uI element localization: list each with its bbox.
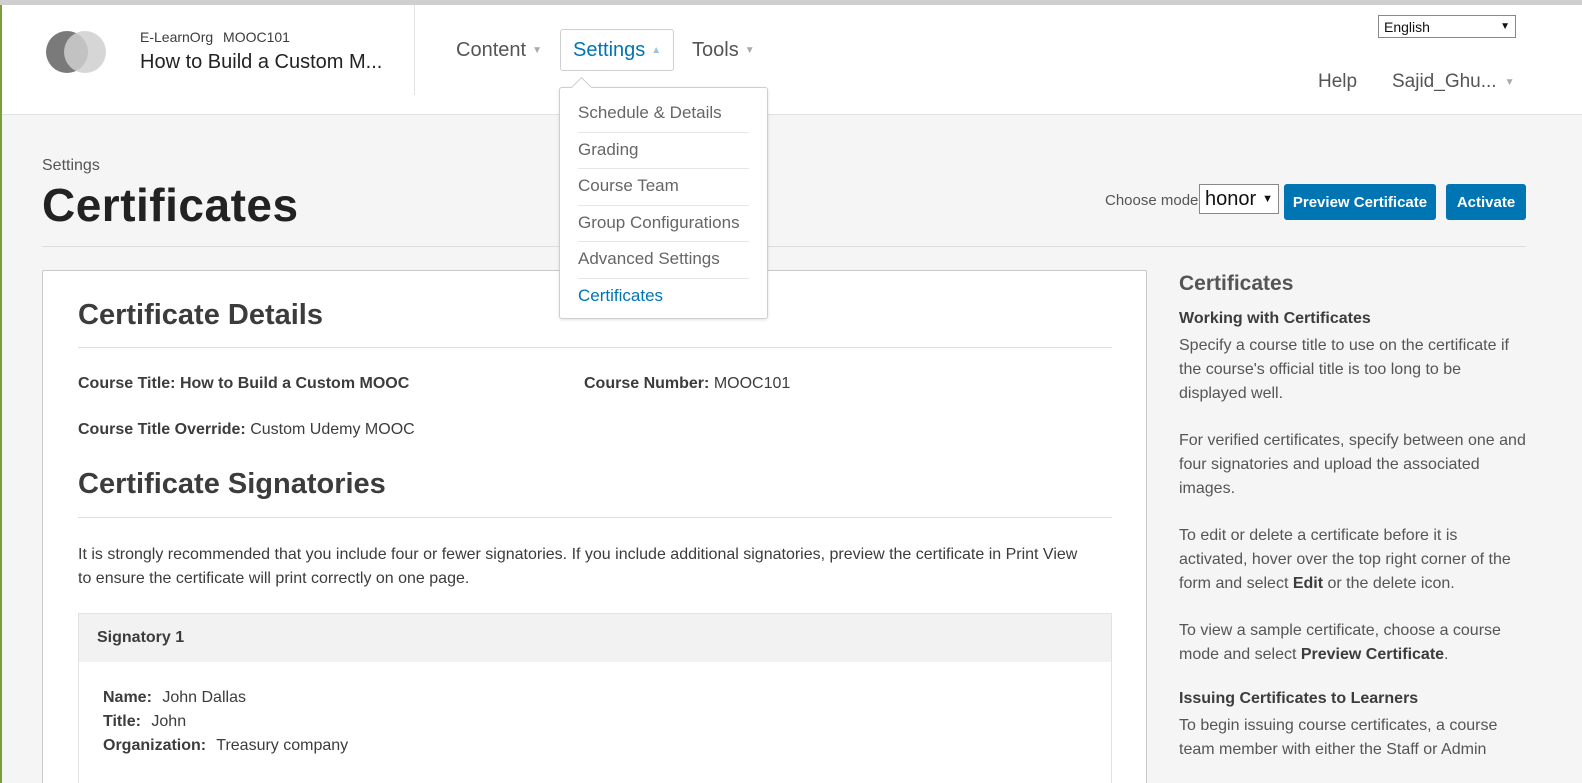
- menu-item-group-configurations[interactable]: Group Configurations: [578, 206, 749, 243]
- signatory-name-label: Name:: [103, 689, 152, 706]
- sidebar-text: or the delete icon.: [1323, 575, 1455, 592]
- divider: [78, 347, 1112, 348]
- menu-item-grading[interactable]: Grading: [578, 133, 749, 170]
- course-info[interactable]: E-LearnOrg MOOC101 How to Build a Custom…: [140, 29, 382, 74]
- sidebar-text-bold: Preview Certificate: [1300, 646, 1445, 663]
- sidebar-subheading-issuing: Issuing Certificates to Learners: [1179, 690, 1419, 707]
- mode-value: honor: [1205, 187, 1257, 210]
- signatory-body: Name: John Dallas Title: John Organizati…: [79, 662, 1111, 782]
- sidebar-subheading-working: Working with Certificates: [1179, 310, 1371, 327]
- nav-settings[interactable]: Settings ▲: [560, 29, 675, 71]
- certificate-details-heading: Certificate Details: [78, 299, 323, 331]
- course-title-field: Course Title: How to Build a Custom MOOC: [78, 375, 409, 393]
- language-select[interactable]: English ▼: [1378, 15, 1516, 38]
- language-value: English: [1384, 18, 1430, 35]
- caret-up-icon: ▲: [651, 44, 662, 56]
- menu-item-schedule-details[interactable]: Schedule & Details: [578, 96, 749, 133]
- signatory-name-value: John Dallas: [162, 689, 246, 706]
- course-title-label: Course Title:: [78, 375, 176, 392]
- signatory-name: Name: John Dallas: [103, 686, 1087, 710]
- override-value: Custom Udemy MOOC: [250, 421, 415, 438]
- menu-item-certificates[interactable]: Certificates: [578, 279, 749, 316]
- select-arrow-icon: ▼: [1262, 193, 1273, 205]
- caret-down-icon: ▼: [744, 44, 755, 56]
- course-number: MOOC101: [223, 29, 290, 45]
- username: Sajid_Ghu...: [1392, 71, 1497, 92]
- sidebar-heading: Certificates: [1179, 272, 1294, 295]
- page-title: Certificates: [42, 179, 299, 231]
- course-meta: E-LearnOrg MOOC101: [140, 29, 382, 45]
- certificate-card: Certificate Details Course Title: How to…: [42, 270, 1147, 783]
- select-arrow-icon: ▼: [1500, 21, 1510, 32]
- signatory-panel: Signatory 1 Name: John Dallas Title: Joh…: [78, 613, 1112, 783]
- nav-settings-label: Settings: [573, 38, 646, 61]
- help-sidebar: Certificates Working with Certificates S…: [1179, 272, 1529, 783]
- header-divider: [414, 5, 415, 95]
- mode-select[interactable]: honor ▼: [1199, 184, 1279, 214]
- sidebar-paragraph: To edit or delete a certificate before i…: [1179, 524, 1529, 596]
- settings-dropdown-menu: Schedule & Details Grading Course Team G…: [559, 87, 768, 319]
- course-org: E-LearnOrg: [140, 29, 214, 45]
- divider: [78, 517, 1112, 518]
- signatory-title: Title: John: [103, 710, 1087, 734]
- course-number-value: MOOC101: [713, 375, 791, 392]
- signatories-note: It is strongly recommended that you incl…: [78, 546, 1078, 587]
- studio-header: E-LearnOrg MOOC101 How to Build a Custom…: [2, 5, 1582, 115]
- signatory-title-value: John: [151, 713, 187, 730]
- activate-button[interactable]: Activate: [1446, 184, 1526, 220]
- signatory-org-label: Organization:: [103, 737, 207, 754]
- nav-content-label: Content: [456, 38, 527, 61]
- certificate-signatories-heading: Certificate Signatories: [78, 468, 386, 500]
- sidebar-text: .: [1444, 646, 1449, 663]
- logo-circle-light: [64, 31, 106, 73]
- signatory-title-label: Title:: [103, 713, 141, 730]
- studio-logo[interactable]: [46, 31, 110, 75]
- sidebar-paragraph: To begin issuing course certificates, a …: [1179, 717, 1498, 758]
- course-number-field: Course Number: MOOC101: [584, 375, 790, 393]
- sidebar-paragraph: Specify a course title to use on the cer…: [1179, 337, 1509, 402]
- help-link[interactable]: Help: [1318, 71, 1357, 93]
- left-accent-border: [0, 5, 2, 783]
- user-menu[interactable]: Sajid_Ghu... ▼: [1392, 71, 1514, 93]
- course-title[interactable]: How to Build a Custom M...: [140, 51, 382, 74]
- preview-certificate-button[interactable]: Preview Certificate: [1284, 184, 1436, 220]
- signatory-organization: Organization: Treasury company: [103, 734, 1087, 758]
- title-divider: [42, 246, 1526, 247]
- course-number-label: Course Number:: [584, 375, 710, 392]
- menu-item-advanced-settings[interactable]: Advanced Settings: [578, 242, 749, 279]
- nav-content[interactable]: Content ▼: [444, 29, 554, 71]
- nav-tools-label: Tools: [692, 38, 739, 61]
- signatory-header: Signatory 1: [79, 614, 1111, 662]
- breadcrumb: Settings: [42, 157, 100, 174]
- signatory-org-value: Treasury company: [216, 737, 349, 754]
- menu-item-course-team[interactable]: Course Team: [578, 169, 749, 206]
- course-title-value: How to Build a Custom MOOC: [179, 375, 410, 392]
- sidebar-paragraph: To view a sample certificate, choose a c…: [1179, 619, 1529, 667]
- caret-down-icon: ▼: [532, 44, 542, 56]
- sidebar-text-bold: Edit: [1292, 575, 1324, 592]
- sidebar-paragraph: For verified certificates, specify betwe…: [1179, 432, 1526, 497]
- caret-down-icon: ▼: [1504, 76, 1515, 88]
- mode-label: Choose mode: [1105, 192, 1199, 209]
- override-label: Course Title Override:: [78, 421, 246, 438]
- nav-tools[interactable]: Tools ▼: [680, 29, 767, 71]
- course-title-override-field: Course Title Override: Custom Udemy MOOC: [78, 421, 415, 439]
